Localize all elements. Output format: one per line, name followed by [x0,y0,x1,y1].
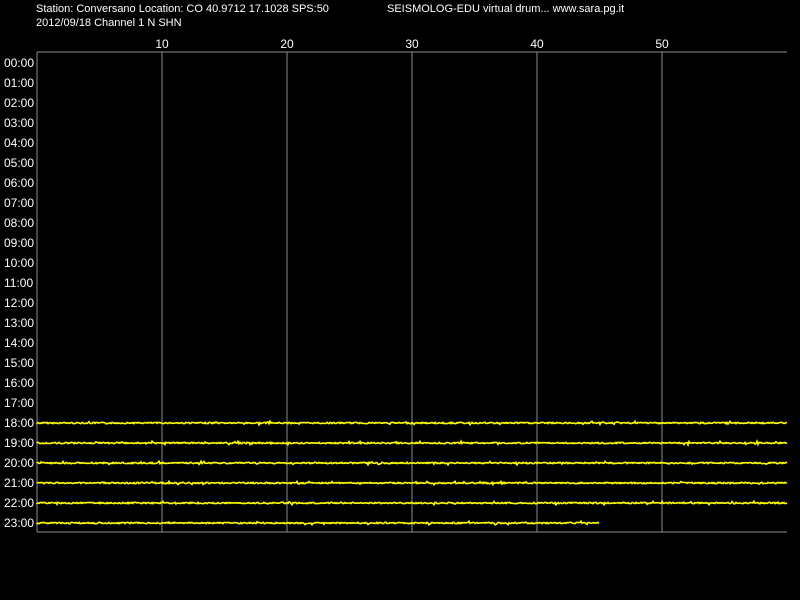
row-label-0700: 07:00 [4,196,34,210]
row-label-0300: 03:00 [4,116,34,130]
trace-2300 [36,519,600,527]
row-label-1000: 10:00 [4,256,34,270]
row-label-0400: 04:00 [4,136,34,150]
x-tick-label: 50 [655,37,669,51]
row-label-1700: 17:00 [4,396,34,410]
row-label-2300: 23:00 [4,516,34,530]
row-label-0100: 01:00 [4,76,34,90]
row-label-1200: 12:00 [4,296,34,310]
row-label-1600: 16:00 [4,376,34,390]
row-label-1100: 11:00 [4,276,33,290]
seismogram-drum-chart: 10 20 30 40 50 00:00 01:00 02:00 03:00 04:00 05:0… [4,37,788,533]
row-label-1500: 15:00 [4,356,34,370]
row-label-0800: 08:00 [4,216,34,230]
row-label-0900: 09:00 [4,236,34,250]
row-label-0000: 00:00 [4,56,34,70]
row-label-2200: 22:00 [4,496,34,510]
row-label-2100: 21:00 [4,476,34,490]
row-label-2000: 20:00 [4,456,34,470]
row-label-1300: 13:00 [4,316,34,330]
x-tick-label: 10 [155,37,169,51]
row-label-0200: 02:00 [4,96,34,110]
row-label-1400: 14:00 [4,336,34,350]
row-label-1800: 18:00 [4,416,34,430]
row-label-0500: 05:00 [4,156,34,170]
x-tick-label: 20 [280,37,294,51]
row-label-0600: 06:00 [4,176,34,190]
row-label-1900: 19:00 [4,436,34,450]
x-tick-label: 40 [530,37,544,51]
x-tick-label: 30 [405,37,419,51]
